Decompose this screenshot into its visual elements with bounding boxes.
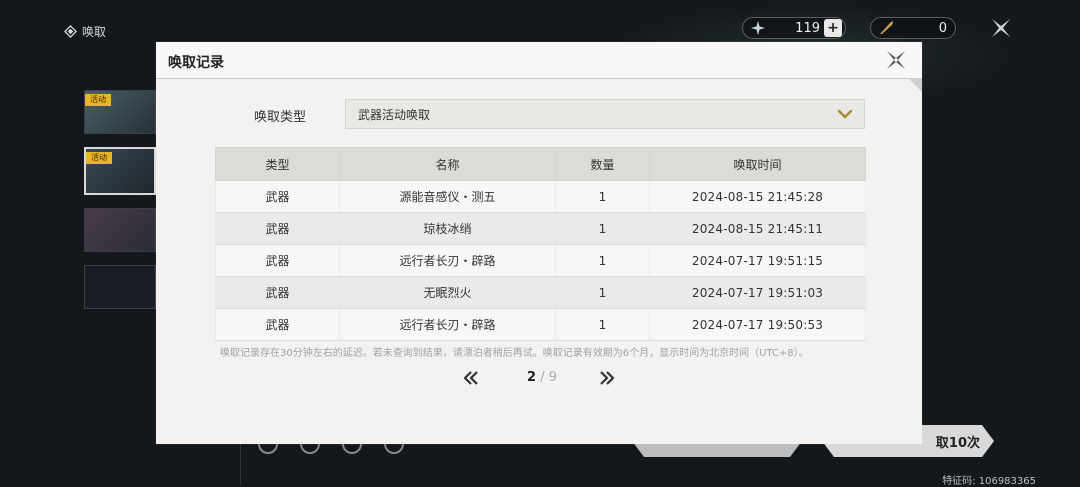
modal-title: 唤取记录: [168, 55, 224, 71]
pull-type-label: 唤取类型: [254, 110, 307, 125]
row-item-name: 远行者长刃・辟路: [339, 244, 556, 277]
star-currency-icon: [749, 19, 767, 37]
total-pages: 9: [548, 370, 557, 385]
screen-close-icon[interactable]: [990, 17, 1012, 39]
feather-currency-icon: [877, 19, 895, 37]
row-count: 1: [555, 244, 650, 277]
column-header-name: 名称: [339, 147, 556, 181]
table-row: 武器 琼枝冰绡 1 2024-08-15 21:45:11: [215, 212, 866, 245]
current-page: 2: [527, 370, 537, 385]
row-item-name: 远行者长刃・辟路: [339, 308, 556, 341]
event-tag: 活动: [86, 152, 112, 164]
add-currency-button[interactable]: +: [824, 19, 842, 37]
modal-close-icon[interactable]: [884, 48, 908, 72]
row-time: 2024-07-17 19:50:53: [649, 308, 866, 341]
pull-history-table: 类型 名称 数量 唤取时间 武器 源能音感仪・测五 1 2024-08-15 2…: [215, 147, 866, 341]
table-header-row: 类型 名称 数量 唤取时间: [215, 147, 866, 181]
feather-currency-display[interactable]: 0: [870, 17, 956, 39]
column-header-type: 类型: [215, 147, 340, 181]
delay-notice: 唤取记录存在30分钟左右的延迟。若未查询到结果，请漂泊者稍后再试。唤取记录有效期…: [220, 348, 809, 359]
table-row: 武器 远行者长刃・辟路 1 2024-07-17 19:50:53: [215, 308, 866, 341]
row-count: 1: [555, 212, 650, 245]
page-separator: /: [540, 370, 545, 385]
divider: [240, 444, 241, 486]
modal-header: 唤取记录: [156, 42, 922, 79]
row-type: 武器: [215, 276, 340, 309]
feather-currency-value: 0: [938, 20, 947, 36]
banner-card[interactable]: [84, 208, 156, 252]
star-currency-display[interactable]: 119 +: [742, 17, 846, 39]
event-tag: 活动: [85, 94, 111, 106]
pagination: 2 / 9: [462, 368, 622, 388]
row-time: 2024-07-17 19:51:03: [649, 276, 866, 309]
table-row: 武器 源能音感仪・测五 1 2024-08-15 21:45:28: [215, 180, 866, 213]
page-title: 唤取: [64, 22, 106, 40]
chevron-down-icon: [837, 109, 853, 119]
banner-card[interactable]: 活动: [84, 90, 156, 134]
diamond-icon: [64, 24, 77, 38]
row-type: 武器: [215, 212, 340, 245]
modal-corner-decoration: [908, 78, 922, 92]
row-count: 1: [555, 276, 650, 309]
next-page-icon[interactable]: [598, 370, 616, 386]
row-type: 武器: [215, 180, 340, 213]
row-type: 武器: [215, 244, 340, 277]
table-row: 武器 远行者长刃・辟路 1 2024-07-17 19:51:15: [215, 244, 866, 277]
column-header-count: 数量: [555, 147, 650, 181]
banner-card[interactable]: [84, 265, 156, 309]
row-time: 2024-07-17 19:51:15: [649, 244, 866, 277]
row-time: 2024-08-15 21:45:11: [649, 212, 866, 245]
row-type: 武器: [215, 308, 340, 341]
row-item-name: 琼枝冰绡: [339, 212, 556, 245]
pull-type-select[interactable]: 武器活动唤取: [345, 99, 865, 129]
pull-ten-label: 取10次: [935, 435, 980, 451]
row-item-name: 无眠烈火: [339, 276, 556, 309]
row-count: 1: [555, 308, 650, 341]
feature-code: 特征码: 106983365: [942, 476, 1036, 487]
page-indicator: 2 / 9: [520, 370, 564, 385]
page-title-text: 唤取: [82, 24, 107, 39]
previous-page-icon[interactable]: [462, 370, 480, 386]
banner-sidebar: 活动 活动: [84, 90, 158, 322]
pull-history-modal: 唤取记录 唤取类型 武器活动唤取 类型 名称 数量 唤取时间 武器 源能音感仪・…: [156, 42, 922, 444]
row-item-name: 源能音感仪・测五: [339, 180, 556, 213]
star-currency-value: 119: [795, 20, 820, 36]
pull-type-value: 武器活动唤取: [358, 107, 431, 122]
row-time: 2024-08-15 21:45:28: [649, 180, 866, 213]
row-count: 1: [555, 180, 650, 213]
banner-card-active[interactable]: 活动: [84, 147, 156, 195]
column-header-time: 唤取时间: [649, 147, 866, 181]
table-row: 武器 无眠烈火 1 2024-07-17 19:51:03: [215, 276, 866, 309]
